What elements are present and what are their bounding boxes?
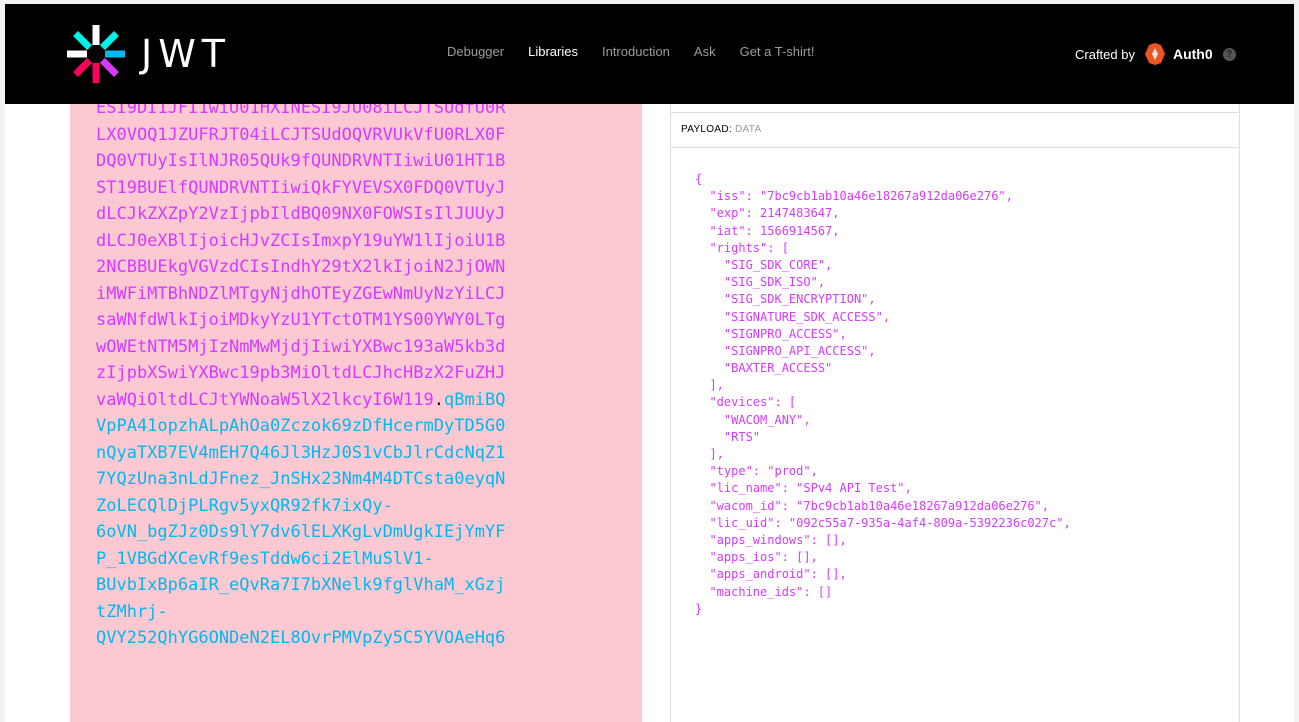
payload-segment: saWNfdWlkIjoiMDkyYzU1YTctOTM1YS00YWY0LTg: [96, 310, 506, 330]
help-icon[interactable]: ?: [1222, 47, 1236, 61]
payload-segment: vaWQiOltdLCJtYWNoaW5lX2lkcyI6W119: [96, 389, 434, 410]
payload-json-line: "RTS": [695, 429, 761, 444]
payload-json-line: "lic_name": "SPv4 API Test",: [695, 481, 912, 496]
auth0-brand-name: Auth0: [1172, 46, 1213, 62]
payload-json-line: "apps_ios": [],: [695, 550, 818, 565]
payload-json-line: "BAXTER_ACCESS": [695, 361, 833, 376]
encoded-line: vaWQiOltdLCJtYWNoaW5lX2lkcyI6W119.qBmiBQ: [96, 387, 636, 414]
signature-segment: tZMhrj-: [96, 601, 168, 622]
encoded-line: dLCJ0eXBlIjoicHJvZCIsImxpY19uYW1lIjoiU1B: [96, 228, 636, 255]
signature-segment: 6oVN_bgZJz0Ds9lY7dv6lELXKgLvDmUgkIEjYmYF: [96, 522, 506, 542]
payload-json-line: "SIGNPRO_API_ACCESS",: [695, 343, 876, 358]
crafted-by-auth0[interactable]: Crafted by Auth0 ?: [1075, 42, 1236, 66]
encoded-line: DQ0VTUyIsIlNJR05QUk9fQUNDRVNTIiwiU01HT1B: [96, 148, 636, 175]
payload-sublabel: DATA: [735, 124, 762, 135]
payload-segment: iMWFiMTBhNDZlMTgyNjdhOTEyZGEwNmUyNzYiLCJ: [96, 283, 506, 304]
payload-json-line: "apps_windows": [],: [695, 532, 847, 547]
payload-json-line: "SIG_SDK_ISO",: [695, 275, 826, 290]
payload-segment: zIjpbXSwiYXBwc19pb3MiOltdLCJhcHBzX2FuZHJ: [96, 363, 506, 383]
payload-json-line: "iat": 1566914567,: [695, 223, 840, 238]
separator-dot: .: [433, 389, 445, 410]
nav-ask[interactable]: Ask: [694, 44, 716, 59]
page-frame: JWT Debugger Libraries Introduction Ask …: [5, 4, 1294, 722]
nav-debugger[interactable]: Debugger: [447, 44, 504, 59]
signature-segment: ZoLECQlDjPLRgv5yxQR92fk7ixQy-: [96, 495, 393, 516]
payload-json-line: "SIG_SDK_CORE",: [695, 257, 833, 272]
encoded-line: dLCJkZXZpY2VzIjpbIldBQ09NX0FOWSIsIlJUUyJ: [96, 201, 636, 228]
encoded-line: nQyaTXB7EV4mEH7Q46Jl3HzJ0S1vCbJlrCdcNqZ1: [96, 440, 636, 467]
payload-json-line: }: [695, 601, 703, 616]
payload-json-line: "iss": "7bc9cb1ab10a46e18267a912da06e276…: [695, 189, 1013, 204]
encoded-token-panel[interactable]: ESI9DI1JFI1wiU01HXINESI9JU08iLCJTSUdfU0R…: [70, 104, 642, 722]
payload-json-line: "devices": [: [695, 395, 797, 410]
payload-json-line: {: [695, 172, 703, 186]
encoded-line: 7YQzUna3nLdJFnez_JnSHx23Nm4M4DTCsta0eyqN: [96, 466, 636, 493]
payload-json-line: "SIGNPRO_ACCESS",: [695, 326, 847, 341]
payload-json-line: ],: [695, 378, 724, 393]
encoded-line: LX0VOQ1JZUFRJT04iLCJTSUdOQVRVUkVfU0RLX0F: [96, 122, 636, 149]
encoded-line: tZMhrj-: [96, 599, 636, 626]
payload-segment: wOWEtNTM5MjIzNmMwMjdjIiwiYXBwc193aW5kb3d: [96, 336, 506, 357]
main-nav: Debugger Libraries Introduction Ask Get …: [447, 44, 838, 59]
payload-segment: DQ0VTUyIsIlNJR05QUk9fQUNDRVNTIiwiU01HT1B: [96, 151, 506, 171]
payload-json-line: ],: [695, 447, 724, 461]
payload-json-line: "WACOM_ANY",: [695, 412, 811, 427]
encoded-line: VpPA41opzhALpAhOa0Zczok69zDfHcermDyTD5G0: [96, 413, 636, 440]
signature-segment: VpPA41opzhALpAhOa0Zczok69zDfHcermDyTD5G0: [96, 416, 506, 436]
signature-segment: qBmiBQ: [444, 389, 506, 410]
encoded-line: 6oVN_bgZJz0Ds9lY7dv6lELXKgLvDmUgkIEjYmYF: [96, 519, 636, 546]
encoded-line: saWNfdWlkIjoiMDkyYzU1YTctOTM1YS00YWY0LTg: [96, 307, 636, 334]
auth0-shield-icon: [1144, 43, 1165, 65]
signature-segment: nQyaTXB7EV4mEH7Q46Jl3HzJ0S1vCbJlrCdcNqZ1: [96, 442, 506, 463]
payload-json-line: "SIGNATURE_SDK_ACCESS",: [695, 309, 891, 324]
nav-introduction[interactable]: Introduction: [602, 44, 670, 59]
signature-segment: P_1VBGdXCevRf9esTddw6ci2ElMuSlV1-: [96, 548, 434, 569]
payload-json-line: "machine_ids": []: [695, 584, 833, 599]
encoded-line: QVY252QhYG6ONDeN2EL8OvrPMVpZy5C5YVOAeHq6: [96, 625, 636, 652]
encoded-line: ESI9DI1JFI1wiU01HXINESI9JU08iLCJTSUdfU0R: [96, 104, 636, 122]
payload-json-line: "apps_android": [],: [695, 567, 847, 582]
payload-segment: 2NCBBUEkgVGVzdCIsIndhY29tX2lkIjoiN2JjOWN: [96, 257, 506, 277]
encoded-line: wOWEtNTM5MjIzNmMwMjdjIiwiYXBwc193aW5kb3d: [96, 334, 636, 361]
payload-segment: dLCJ0eXBlIjoicHJvZCIsImxpY19uYW1lIjoiU1B: [96, 230, 506, 251]
payload-segment: ESI9DI1JFI1wiU01HXINESI9JU08iLCJTSUdfU0R: [96, 104, 506, 118]
signature-segment: BUvbIxBp6aIR_eQvRa7I7bXNelk9fglVhaM_xGzj: [96, 575, 506, 595]
signature-segment: QVY252QhYG6ONDeN2EL8OvrPMVpZy5C5YVOAeHq6: [96, 628, 506, 648]
encoded-line: 2NCBBUEkgVGVzdCIsIndhY29tX2lkIjoiN2JjOWN: [96, 254, 636, 281]
encoded-line: ZoLECQlDjPLRgv5yxQR92fk7ixQy-: [96, 493, 636, 520]
payload-json-line: "wacom_id": "7bc9cb1ab10a46e18267a912da0…: [695, 498, 1050, 513]
payload-json-line: "rights": [: [695, 240, 789, 255]
payload-segment: LX0VOQ1JZUFRJT04iLCJTSUdOQVRVUkVfU0RLX0F: [96, 124, 506, 145]
nav-libraries[interactable]: Libraries: [528, 44, 578, 59]
top-navbar: JWT Debugger Libraries Introduction Ask …: [5, 4, 1294, 104]
encoded-line: zIjpbXSwiYXBwc19pb3MiOltdLCJhcHBzX2FuZHJ: [96, 360, 636, 387]
payload-json-line: "lic_uid": "092c55a7-935a-4af4-809a-5392…: [695, 515, 1071, 530]
payload-json-editor[interactable]: { "iss": "7bc9cb1ab10a46e18267a912da06e2…: [695, 171, 1071, 618]
nav-get-tshirt[interactable]: Get a T-shirt!: [740, 44, 815, 59]
encoded-token-text[interactable]: ESI9DI1JFI1wiU01HXINESI9JU08iLCJTSUdfU0R…: [96, 104, 636, 652]
jwt-logo-icon: [67, 25, 125, 83]
encoded-line: ST19BUElfQUNDRVNTIiwiQkFYVEVSX0FDQ0VTUyJ: [96, 175, 636, 202]
crafted-by-label: Crafted by: [1075, 46, 1135, 62]
payload-segment: dLCJkZXZpY2VzIjpbIldBQ09NX0FOWSIsIlJUUyJ: [96, 204, 506, 224]
logo-text: JWT: [141, 32, 231, 76]
encoded-line: iMWFiMTBhNDZlMTgyNjdhOTEyZGEwNmUyNzYiLCJ: [96, 281, 636, 308]
payload-label: PAYLOAD:: [681, 124, 732, 135]
encoded-line: BUvbIxBp6aIR_eQvRa7I7bXNelk9fglVhaM_xGzj: [96, 572, 636, 599]
payload-segment: ST19BUElfQUNDRVNTIiwiQkFYVEVSX0FDQ0VTUyJ: [96, 177, 506, 198]
payload-json-line: "type": "prod",: [695, 464, 818, 479]
payload-json-line: "exp": 2147483647,: [695, 206, 840, 221]
encoded-line: P_1VBGdXCevRf9esTddw6ci2ElMuSlV1-: [96, 546, 636, 573]
payload-json-line: "SIG_SDK_ENCRYPTION",: [695, 292, 876, 307]
jwt-logo[interactable]: JWT: [65, 22, 231, 86]
payload-panel: PAYLOAD: DATA { "iss": "7bc9cb1ab10a46e1…: [670, 112, 1240, 722]
signature-segment: 7YQzUna3nLdJFnez_JnSHx23Nm4M4DTCsta0eyqN: [96, 469, 506, 489]
payload-header: PAYLOAD: DATA: [671, 113, 1239, 148]
